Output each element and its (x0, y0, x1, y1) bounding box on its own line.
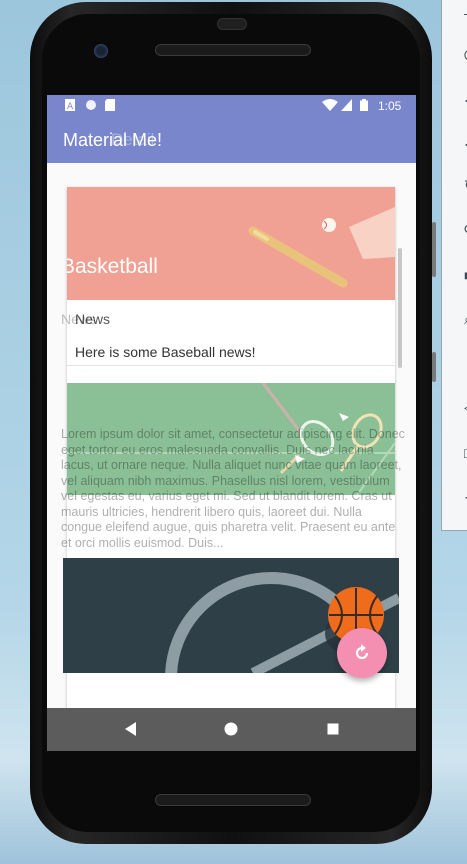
recents-square-icon[interactable] (324, 720, 342, 738)
battery-icon (360, 99, 368, 111)
top-speaker (155, 44, 311, 56)
side-toolbar-panel: – ⏻ ♪ ♩ ↻ ⟳ ■ ⌕ ◁ □ ⋯ (441, 0, 467, 531)
device-screen: A 1:05 Detail Material Me! Basketball Ne… (47, 95, 416, 751)
notification-a-icon: A (65, 99, 75, 111)
status-time: 1:05 (378, 99, 402, 113)
earpiece (217, 18, 247, 30)
baseball-illustration (67, 187, 395, 300)
card-divider (67, 365, 395, 366)
page-title: Material Me! (63, 130, 163, 150)
home-circle-icon[interactable] (222, 720, 240, 738)
scrollbar[interactable] (398, 248, 402, 368)
app-bar: Detail Material Me! (47, 117, 416, 163)
card-list[interactable]: Basketball News Here is some Baseball ne… (47, 163, 416, 717)
status-bar: A 1:05 (47, 95, 416, 117)
signal-icon (341, 99, 352, 111)
notification-circle-icon (86, 100, 96, 110)
system-nav-bar (47, 708, 416, 751)
ghost-category-label: News (61, 311, 97, 327)
refresh-icon (355, 644, 369, 660)
baseball-image: Basketball (67, 187, 395, 300)
back-triangle-icon[interactable] (122, 720, 140, 738)
wifi-icon (322, 99, 338, 111)
front-camera (94, 44, 108, 58)
volume-button (432, 222, 436, 277)
card-title: Basketball (67, 255, 158, 278)
reset-fab-button[interactable] (337, 628, 387, 678)
power-button (432, 352, 436, 382)
overlay-lorem-text: Lorem ipsum dolor sit amet, consectetur … (61, 427, 405, 550)
card-subtitle: Here is some Baseball news! (75, 344, 256, 360)
bottom-speaker (155, 794, 311, 806)
svg-text:A: A (67, 102, 74, 111)
sd-card-icon (105, 99, 115, 111)
